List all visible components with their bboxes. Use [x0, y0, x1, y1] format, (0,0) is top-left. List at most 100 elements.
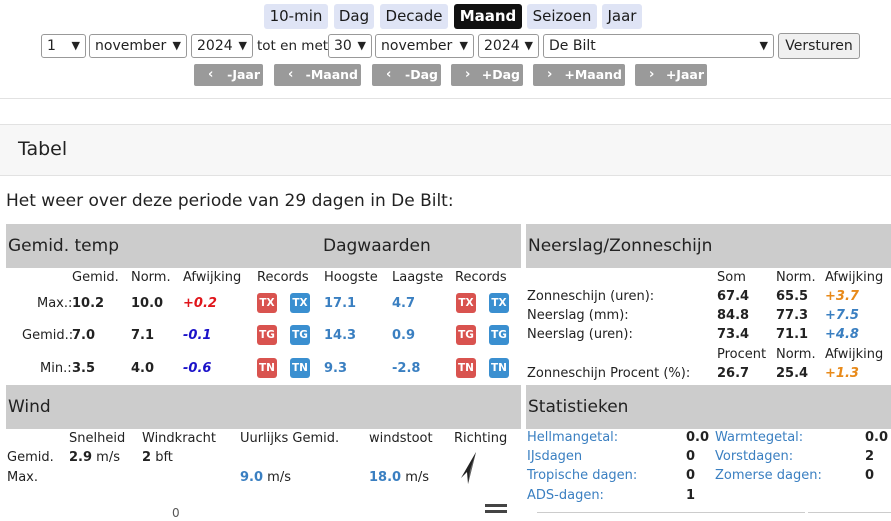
neerslag-mm-label: Neerslag (mm):: [527, 308, 629, 323]
chevron-down-icon: ▼: [759, 39, 768, 52]
neerslag-panel-header: Neerslag/Zonneschijn: [526, 224, 891, 268]
chevron-down-icon: ▼: [357, 39, 366, 52]
record-button[interactable]: TN: [489, 358, 509, 378]
wind-gemid-label: Gemid.: [7, 450, 54, 465]
from-year-select[interactable]: 2024 ▼: [191, 34, 253, 58]
max-hoogste[interactable]: 17.1: [324, 296, 356, 312]
chevron-down-icon: ▼: [238, 39, 247, 52]
wind-direction-arrow-icon: [461, 452, 476, 484]
stat-warmte-label[interactable]: Warmtegetal:: [715, 430, 803, 446]
row-label-min: Min.:: [40, 361, 72, 376]
gemid-norm: 7.1: [131, 328, 155, 343]
min-afwijking: -0.6: [183, 361, 212, 376]
col-records-2: Records: [455, 270, 507, 285]
max-gemid: 10.2: [72, 296, 105, 311]
gemid-afwijking: -0.1: [183, 328, 212, 343]
wind-snelheid-unit: m/s: [96, 450, 120, 465]
next-month-button[interactable]: › +Maand: [533, 64, 625, 86]
record-button[interactable]: TG: [456, 325, 476, 345]
record-button[interactable]: TX: [456, 293, 476, 313]
record-button[interactable]: TX: [290, 293, 310, 313]
col-afwijking: Afwijking: [183, 270, 242, 285]
gemid-laagste[interactable]: 0.9: [392, 328, 415, 344]
record-button[interactable]: TG: [257, 325, 277, 345]
menu-icon[interactable]: [485, 504, 507, 515]
record-button[interactable]: TG: [290, 325, 310, 345]
record-button[interactable]: TN: [456, 358, 476, 378]
prev-month-button[interactable]: ‹ -Maand: [274, 64, 361, 86]
neerslag-mm-afw: +7.5: [825, 308, 859, 323]
zon-procent-afw: +1.3: [825, 366, 859, 381]
tab-10-min[interactable]: 10-min: [264, 4, 328, 29]
max-laagste[interactable]: 4.7: [392, 296, 415, 312]
stat-ijsdagen-value: 0: [686, 449, 696, 464]
col-norm: Norm.: [776, 270, 816, 285]
record-button[interactable]: TG: [489, 325, 509, 345]
stat-ads-value: 1: [686, 488, 696, 503]
neerslag-mm-som: 84.8: [717, 308, 750, 323]
stat-tropisch-value: 0: [686, 468, 696, 483]
stat-zomers-value: 0: [865, 468, 875, 483]
tab-decade[interactable]: Decade: [380, 4, 448, 29]
stat-tropisch-label[interactable]: Tropische dagen:: [527, 468, 637, 484]
col-uurlijks: Uurlijks Gemid.: [240, 431, 340, 446]
gemid-gemid: 7.0: [72, 328, 96, 343]
stat-vorst-label[interactable]: Vorstdagen:: [715, 449, 793, 465]
col-norm-pct: Norm.: [776, 347, 816, 362]
chevron-right-icon: ›: [547, 67, 553, 82]
tab-jaar[interactable]: Jaar: [602, 4, 642, 29]
stats-panel-header: Statistieken: [526, 385, 891, 429]
col-som: Som: [717, 270, 746, 285]
submit-button[interactable]: Versturen: [778, 33, 860, 59]
col-windstoot: windstoot: [369, 431, 433, 446]
station-select[interactable]: De Bilt ▼: [543, 34, 774, 58]
col-afwijking-pct: Afwijking: [825, 347, 884, 362]
chevron-left-icon: ‹: [208, 67, 214, 82]
tab-seizoen[interactable]: Seizoen: [527, 4, 597, 29]
stat-warmte-value: 0.0: [865, 430, 889, 445]
col-procent: Procent: [717, 347, 767, 362]
min-laagste[interactable]: -2.8: [392, 361, 420, 377]
to-month-select[interactable]: november ▼: [375, 34, 474, 58]
record-button[interactable]: TX: [257, 293, 277, 313]
zon-procent-value: 26.7: [717, 366, 750, 381]
next-year-button[interactable]: › +Jaar: [635, 64, 707, 86]
gemid-hoogste[interactable]: 14.3: [324, 328, 356, 344]
divider: [0, 98, 891, 99]
neerslag-mm-norm: 77.3: [776, 308, 809, 323]
tab-maand[interactable]: Maand: [454, 4, 522, 29]
prev-day-button[interactable]: ‹ -Dag: [372, 64, 441, 86]
zon-procent-norm: 25.4: [776, 366, 809, 381]
chevron-right-icon: ›: [465, 67, 471, 82]
section-title: Tabel: [18, 138, 68, 160]
to-year-select[interactable]: 2024 ▼: [478, 34, 539, 58]
col-hoogste: Hoogste: [324, 270, 378, 285]
max-norm: 10.0: [131, 296, 164, 311]
min-hoogste[interactable]: 9.3: [324, 361, 347, 377]
from-month-select[interactable]: november ▼: [89, 34, 187, 58]
wind-kracht-unit: bft: [155, 450, 173, 465]
stat-ijsdagen-label[interactable]: IJsdagen: [527, 449, 582, 465]
temp-header: Gemid. temp: [8, 236, 119, 256]
wind-uurlijks-value[interactable]: 9.0: [240, 470, 263, 485]
to-day-select[interactable]: 30 ▼: [328, 34, 372, 58]
neerslag-uren-som: 73.4: [717, 327, 750, 342]
tab-dag[interactable]: Dag: [334, 4, 374, 29]
dagwaarden-header: Dagwaarden: [323, 236, 431, 256]
record-button[interactable]: TN: [290, 358, 310, 378]
record-button[interactable]: TN: [257, 358, 277, 378]
row-label-gemid: Gemid.:: [22, 328, 74, 343]
stat-ads-label[interactable]: ADS-dagen:: [527, 488, 604, 504]
record-button[interactable]: TX: [489, 293, 509, 313]
from-day-select[interactable]: 1 ▼: [41, 34, 86, 58]
neerslag-uren-norm: 71.1: [776, 327, 809, 342]
stat-hellman-value: 0.0: [686, 430, 710, 445]
next-day-button[interactable]: › +Dag: [451, 64, 523, 86]
wind-stoot-value[interactable]: 18.0: [369, 470, 401, 485]
stat-hellman-label[interactable]: Hellmangetal:: [527, 430, 618, 446]
prev-year-button[interactable]: ‹ -Jaar: [194, 64, 263, 86]
section-header: Tabel: [0, 124, 891, 176]
wind-uurlijks-unit: m/s: [267, 470, 291, 485]
stat-zomers-label[interactable]: Zomerse dagen:: [715, 468, 822, 484]
wind-max-uurlijks: 9.0 m/s: [240, 470, 291, 486]
